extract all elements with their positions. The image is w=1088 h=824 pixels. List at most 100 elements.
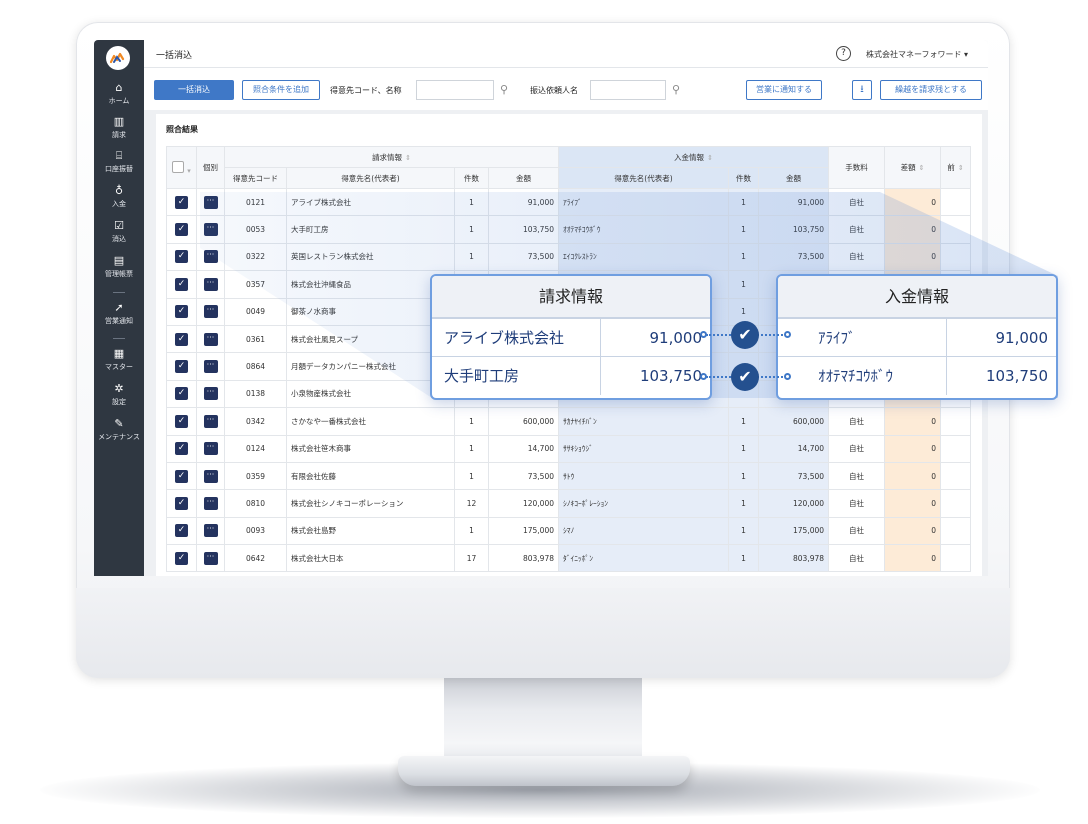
table-row[interactable]: ✓ ··· 0121 アライブ株式会社 1 91,000 ｱﾗｲﾌﾞ 1 91,000 自社 0 bbox=[166, 187, 972, 217]
row-checkbox-cell[interactable]: ✓ bbox=[166, 489, 197, 518]
table-row[interactable]: ✓ ··· 0124 株式会社笹木商事 1 14,700 ｻｻｷｼｮｳｼﾞ 1 14,700 自社… bbox=[166, 434, 972, 463]
row-detail-cell[interactable]: ··· bbox=[196, 324, 225, 354]
row-checkbox-cell[interactable]: ✓ bbox=[166, 379, 197, 409]
customer-name[interactable]: 有限会社佐藤 bbox=[286, 461, 455, 491]
sidebar-item-billing[interactable]: ▥ 請求 bbox=[94, 116, 144, 140]
row-detail-cell[interactable]: ··· bbox=[196, 270, 225, 299]
download-button[interactable]: ⭳ bbox=[852, 80, 872, 100]
customer-name[interactable]: 英国レストラン株式会社 bbox=[286, 242, 455, 272]
customer-code[interactable]: 0810 bbox=[224, 489, 287, 518]
row-detail-cell[interactable]: ··· bbox=[196, 187, 225, 217]
sidebar-item-reports[interactable]: ▤ 管理帳票 bbox=[94, 255, 144, 279]
table-row[interactable]: ✓ ··· 0053 大手町工房 1 103,750 ｵｵﾃﾏﾁｺｳﾎﾞｳ 1 103,750 自… bbox=[166, 215, 972, 244]
select-all-checkbox[interactable] bbox=[172, 160, 185, 173]
row-checkbox-cell[interactable]: ✓ bbox=[166, 297, 197, 326]
customer-code[interactable]: 0121 bbox=[224, 187, 287, 217]
row-checkbox-cell[interactable]: ✓ bbox=[166, 461, 197, 491]
sidebar-item-payment[interactable]: ♁ 入金 bbox=[94, 185, 144, 209]
row-detail-cell[interactable]: ··· bbox=[196, 489, 225, 518]
more-icon[interactable]: ··· bbox=[203, 305, 218, 319]
help-icon[interactable]: ? bbox=[836, 46, 851, 61]
customer-name[interactable]: 株式会社シノキコーポレーション bbox=[286, 489, 455, 518]
select-all-header[interactable]: ▾ bbox=[166, 146, 197, 189]
customer-name[interactable]: 株式会社大日本 bbox=[286, 544, 455, 573]
row-checkbox-cell[interactable]: ✓ bbox=[166, 407, 197, 436]
more-icon[interactable]: ··· bbox=[203, 250, 218, 264]
customer-code[interactable]: 0124 bbox=[224, 434, 287, 463]
customer-code[interactable]: 0322 bbox=[224, 242, 287, 272]
customer-code[interactable]: 0361 bbox=[224, 324, 287, 354]
table-row[interactable]: ✓ ··· 0642 株式会社大日本 17 803,978 ﾀﾞｲﾆｯﾎﾟﾝ 1 803,978… bbox=[166, 544, 972, 573]
row-detail-cell[interactable]: ··· bbox=[196, 461, 225, 491]
row-checkbox[interactable]: ✓ bbox=[175, 551, 188, 565]
customer-name[interactable]: 株式会社笹木商事 bbox=[286, 434, 455, 463]
more-icon[interactable]: ··· bbox=[203, 469, 218, 483]
customer-code[interactable]: 0359 bbox=[224, 461, 287, 491]
sidebar-item-master[interactable]: ▦ マスター bbox=[94, 348, 144, 372]
row-checkbox[interactable]: ✓ bbox=[175, 360, 188, 374]
row-detail-cell[interactable]: ··· bbox=[196, 297, 225, 326]
row-checkbox-cell[interactable]: ✓ bbox=[166, 434, 197, 463]
sidebar-item-sales-notify[interactable]: ➚ 営業通知 bbox=[94, 302, 144, 326]
payment-group-header[interactable]: 入金情報 ⇕ bbox=[557, 146, 830, 168]
add-condition-button[interactable]: 照合条件を追加 bbox=[242, 80, 320, 100]
table-row[interactable]: ✓ ··· 0342 さかなや一番株式会社 1 600,000 ｻｶﾅﾔｲﾁﾊﾞﾝ 1 600,… bbox=[166, 407, 972, 436]
more-icon[interactable]: ··· bbox=[203, 277, 218, 291]
sidebar-item-settings[interactable]: ✲ 設定 bbox=[94, 383, 144, 407]
table-row[interactable]: ✓ ··· 0093 株式会社島野 1 175,000 ｼﾏﾉ 1 175,000 自社 0 bbox=[166, 516, 972, 546]
customer-search-input[interactable] bbox=[416, 80, 494, 100]
customer-code[interactable]: 0093 bbox=[224, 516, 287, 546]
app-logo[interactable] bbox=[106, 46, 130, 70]
row-checkbox[interactable]: ✓ bbox=[175, 496, 188, 510]
sidebar-item-maintenance[interactable]: ✎ メンテナンス bbox=[94, 418, 144, 442]
row-checkbox-cell[interactable]: ✓ bbox=[166, 324, 197, 354]
table-row[interactable]: ✓ ··· 0359 有限会社佐藤 1 73,500 ｻﾄｳ 1 73,500 自社 0 bbox=[166, 461, 972, 491]
row-checkbox-cell[interactable]: ✓ bbox=[166, 516, 197, 546]
row-checkbox[interactable]: ✓ bbox=[175, 332, 188, 346]
carryover-button[interactable]: 繰越を請求残とする bbox=[880, 80, 982, 100]
payer-search-input[interactable] bbox=[590, 80, 666, 100]
more-icon[interactable]: ··· bbox=[203, 414, 218, 428]
row-checkbox[interactable]: ✓ bbox=[175, 387, 188, 401]
company-menu[interactable]: 株式会社マネーフォワード ▾ bbox=[866, 49, 968, 60]
customer-code[interactable]: 0357 bbox=[224, 270, 287, 299]
row-checkbox[interactable]: ✓ bbox=[175, 469, 188, 483]
search-icon[interactable]: ⚲ bbox=[672, 83, 680, 96]
billing-group-header[interactable]: 請求情報 ⇕ bbox=[224, 146, 559, 168]
row-checkbox[interactable]: ✓ bbox=[175, 414, 188, 428]
row-checkbox-cell[interactable]: ✓ bbox=[166, 544, 197, 573]
diff-header[interactable]: 差額 ⇕ bbox=[884, 146, 942, 189]
more-icon[interactable]: ··· bbox=[203, 223, 218, 237]
row-checkbox-cell[interactable]: ✓ bbox=[166, 352, 197, 381]
row-checkbox-cell[interactable]: ✓ bbox=[166, 187, 197, 217]
customer-name[interactable]: 株式会社島野 bbox=[286, 516, 455, 546]
more-icon[interactable]: ··· bbox=[203, 360, 218, 374]
row-detail-cell[interactable]: ··· bbox=[196, 516, 225, 546]
sidebar-item-home[interactable]: ⌂ ホーム bbox=[94, 82, 144, 106]
sidebar-item-clear[interactable]: ☑ 消込 bbox=[94, 220, 144, 244]
row-checkbox-cell[interactable]: ✓ bbox=[166, 270, 197, 299]
more-icon[interactable]: ··· bbox=[203, 332, 218, 346]
row-checkbox[interactable]: ✓ bbox=[175, 195, 188, 209]
row-detail-cell[interactable]: ··· bbox=[196, 379, 225, 409]
row-detail-cell[interactable]: ··· bbox=[196, 352, 225, 381]
prev-header[interactable]: 前 ⇕ bbox=[940, 146, 972, 189]
row-checkbox[interactable]: ✓ bbox=[175, 277, 188, 291]
row-checkbox-cell[interactable]: ✓ bbox=[166, 215, 197, 244]
row-detail-cell[interactable]: ··· bbox=[196, 215, 225, 244]
customer-name[interactable]: さかなや一番株式会社 bbox=[286, 407, 455, 436]
table-row[interactable]: ✓ ··· 0810 株式会社シノキコーポレーション 12 120,000 ｼﾉｷｺｰﾎﾟﾚ… bbox=[166, 489, 972, 518]
row-checkbox[interactable]: ✓ bbox=[175, 223, 188, 237]
more-icon[interactable]: ··· bbox=[203, 496, 218, 510]
customer-code[interactable]: 0138 bbox=[224, 379, 287, 409]
row-checkbox[interactable]: ✓ bbox=[175, 442, 188, 456]
row-checkbox[interactable]: ✓ bbox=[175, 250, 188, 264]
row-detail-cell[interactable]: ··· bbox=[196, 242, 225, 272]
customer-code[interactable]: 0642 bbox=[224, 544, 287, 573]
row-detail-cell[interactable]: ··· bbox=[196, 407, 225, 436]
more-icon[interactable]: ··· bbox=[203, 387, 218, 401]
sidebar-item-direct-debit[interactable]: ⌸ 口座振替 bbox=[94, 150, 144, 174]
search-icon[interactable]: ⚲ bbox=[500, 83, 508, 96]
more-icon[interactable]: ··· bbox=[203, 195, 218, 209]
customer-code[interactable]: 0864 bbox=[224, 352, 287, 381]
